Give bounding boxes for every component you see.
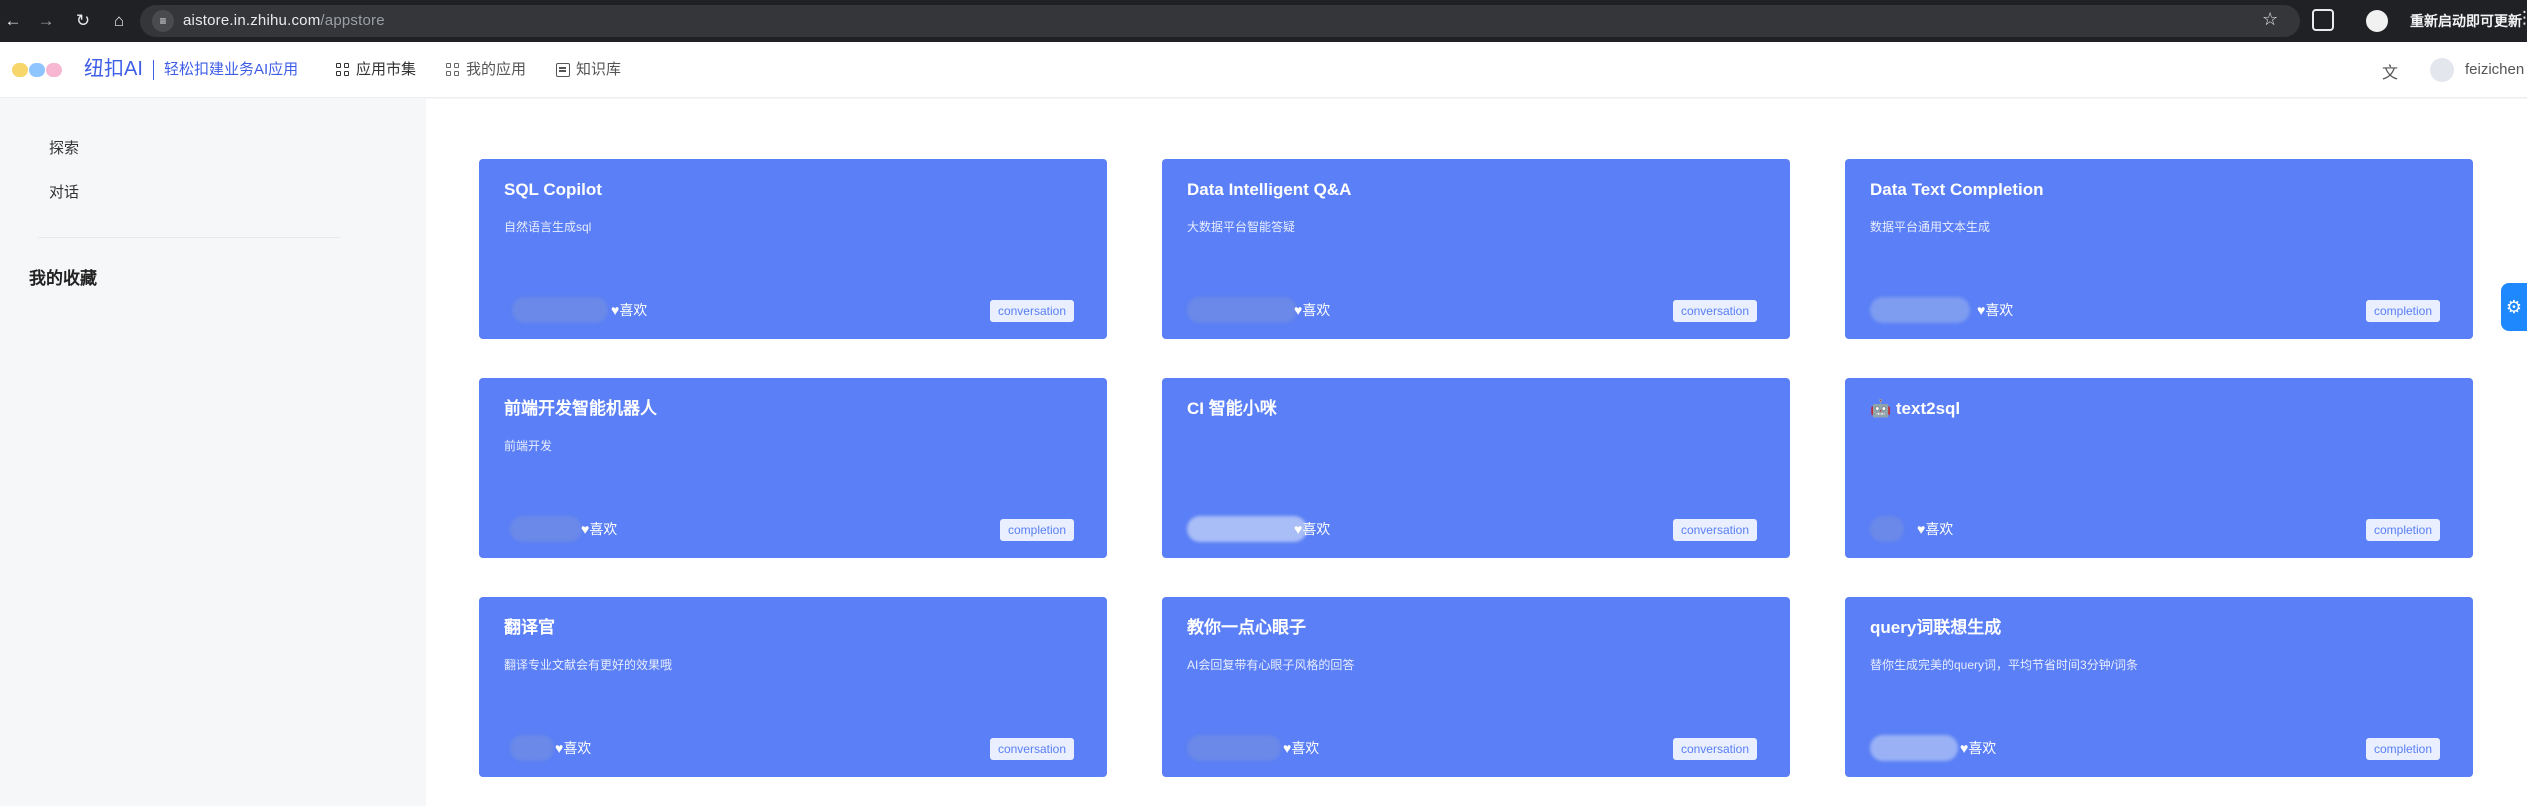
nav-label: 我的应用	[466, 61, 527, 78]
card-type-tag: conversation	[989, 738, 1074, 760]
browser-toolbar: ← → ↻ ⌂ ≡ aistore.in.zhihu.com/appstore …	[0, 0, 2527, 42]
card-type-tag: conversation	[1672, 738, 1757, 760]
nav-app-market[interactable]: 应用市集	[336, 60, 416, 80]
card-description: 翻译专业文献会有更好的效果哦	[504, 658, 673, 672]
like-label: 喜欢	[1291, 740, 1320, 756]
back-icon[interactable]: ←	[0, 8, 26, 34]
like-label: 喜欢	[563, 740, 592, 756]
apps-icon	[446, 63, 460, 77]
nav-my-apps[interactable]: 我的应用	[446, 60, 526, 80]
card-title: SQL Copilot	[504, 180, 602, 199]
card-type-tag: conversation	[989, 300, 1074, 322]
nav-label: 应用市集	[356, 61, 417, 78]
app-card[interactable]: query词联想生成 替你生成完美的query词，平均节省时间3分钟/词条 ♥喜…	[1845, 597, 2473, 777]
sidebar: 探索 对话 我的收藏	[0, 99, 426, 806]
like-button[interactable]: ♥喜欢	[581, 520, 617, 538]
app-card[interactable]: Data Intelligent Q&A 大数据平台智能答疑 ♥喜欢 conve…	[1162, 159, 1790, 339]
card-description: 数据平台通用文本生成	[1870, 220, 1991, 234]
like-label: 喜欢	[1302, 521, 1331, 537]
like-button[interactable]: ♥喜欢	[1294, 520, 1330, 538]
like-button[interactable]: ♥喜欢	[1977, 301, 2013, 319]
site-info-icon[interactable]: ≡	[152, 10, 174, 32]
translate-icon[interactable]: 文	[2382, 59, 2398, 83]
like-label: 喜欢	[1302, 302, 1331, 318]
url-text[interactable]: aistore.in.zhihu.com/appstore	[183, 10, 385, 32]
card-type-tag: completion	[2365, 300, 2440, 322]
card-type-tag: completion	[999, 519, 1074, 541]
nav-knowledge-base[interactable]: 知识库	[556, 60, 621, 80]
card-title: 翻译官	[504, 618, 555, 637]
like-label: 喜欢	[619, 302, 648, 318]
logo-icon[interactable]	[12, 61, 64, 79]
username[interactable]: feizichen	[2465, 61, 2524, 78]
like-button[interactable]: ♥喜欢	[1283, 739, 1319, 757]
reload-icon[interactable]: ↻	[70, 8, 96, 34]
avatar[interactable]	[2430, 58, 2454, 82]
favorites-heading: 我的收藏	[29, 269, 97, 288]
card-title: Data Text Completion	[1870, 180, 2044, 199]
like-label: 喜欢	[1968, 740, 1997, 756]
like-button[interactable]: ♥喜欢	[555, 739, 591, 757]
url-path: /appstore	[320, 12, 385, 29]
extensions-icon[interactable]	[2312, 9, 2334, 31]
card-description: AI会回复带有心眼子风格的回答	[1187, 658, 1355, 672]
app-card[interactable]: 前端开发智能机器人 前端开发 ♥喜欢 completion	[479, 378, 1107, 558]
card-title: 前端开发智能机器人	[504, 399, 657, 418]
settings-gear-icon[interactable]: ⚙	[2501, 283, 2527, 331]
address-bar[interactable]	[140, 5, 2300, 37]
card-description: 前端开发	[504, 439, 553, 453]
document-icon	[556, 63, 570, 77]
app-card[interactable]: 教你一点心眼子 AI会回复带有心眼子风格的回答 ♥喜欢 conversation	[1162, 597, 1790, 777]
sidebar-divider	[38, 237, 340, 238]
update-button[interactable]: 重新启动即可更新	[2410, 11, 2522, 31]
app-card[interactable]: SQL Copilot 自然语言生成sql ♥喜欢 conversation	[479, 159, 1107, 339]
like-label: 喜欢	[1925, 521, 1954, 537]
card-title: query词联想生成	[1870, 618, 2002, 637]
bookmark-star-icon[interactable]: ☆	[2262, 9, 2278, 30]
app-card[interactable]: CI 智能小咪 ♥喜欢 conversation	[1162, 378, 1790, 558]
card-description: 大数据平台智能答疑	[1187, 220, 1296, 234]
like-button[interactable]: ♥喜欢	[1294, 301, 1330, 319]
card-type-tag: conversation	[1672, 300, 1757, 322]
like-button[interactable]: ♥喜欢	[1917, 520, 1953, 538]
app-grid: SQL Copilot 自然语言生成sql ♥喜欢 conversation D…	[426, 99, 2527, 806]
card-type-tag: completion	[2365, 519, 2440, 541]
sidebar-item-explore[interactable]: 探索	[49, 137, 79, 158]
app-card[interactable]: Data Text Completion 数据平台通用文本生成 ♥喜欢 comp…	[1845, 159, 2473, 339]
card-type-tag: completion	[2365, 738, 2440, 760]
like-button[interactable]: ♥喜欢	[611, 301, 647, 319]
card-description: 替你生成完美的query词，平均节省时间3分钟/词条	[1870, 658, 2139, 672]
forward-icon[interactable]: →	[33, 8, 59, 34]
card-description: 自然语言生成sql	[504, 220, 592, 234]
profile-icon[interactable]	[2366, 10, 2388, 32]
url-host: aistore.in.zhihu.com	[183, 12, 321, 29]
app-header: 纽扣AI 轻松扣建业务AI应用 应用市集 我的应用 知识库 文 feiziche…	[0, 42, 2527, 98]
card-type-tag: conversation	[1672, 519, 1757, 541]
card-title: 🤖 text2sql	[1870, 399, 1961, 418]
sidebar-item-chat[interactable]: 对话	[49, 181, 79, 202]
like-label: 喜欢	[1985, 302, 2014, 318]
card-title: Data Intelligent Q&A	[1187, 180, 1352, 199]
nav-label: 知识库	[576, 61, 622, 78]
like-button[interactable]: ♥喜欢	[1960, 739, 1996, 757]
like-label: 喜欢	[589, 521, 618, 537]
brand-name[interactable]: 纽扣AI	[84, 57, 143, 81]
app-card[interactable]: 🤖 text2sql ♥喜欢 completion	[1845, 378, 2473, 558]
brand-tagline: 轻松扣建业务AI应用	[164, 61, 299, 78]
grid-icon	[336, 63, 350, 77]
app-card[interactable]: 翻译官 翻译专业文献会有更好的效果哦 ♥喜欢 conversation	[479, 597, 1107, 777]
card-title: 教你一点心眼子	[1187, 618, 1306, 637]
home-icon[interactable]: ⌂	[106, 8, 132, 34]
brand-divider	[153, 60, 154, 80]
browser-menu-icon[interactable]: ⋮	[2516, 8, 2527, 28]
card-title: CI 智能小咪	[1187, 399, 1277, 418]
